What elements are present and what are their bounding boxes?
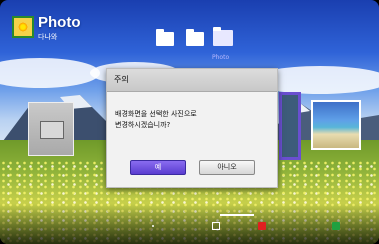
dialog-message-line2: 변경하시겠습니까? [115,121,171,129]
dialog-title: 주의 [114,75,129,84]
folder-icon [40,121,64,139]
app-title: Photo [38,14,81,31]
folder-caption: Photo [212,54,230,61]
selected-photo-frame[interactable] [279,92,301,160]
folder-icon[interactable] [213,27,233,46]
page-indicator [220,214,254,216]
folder-item[interactable] [28,102,74,156]
green-key-icon [332,222,340,230]
dialog-header: 주의 [107,69,277,92]
yes-button[interactable]: 예 [130,160,186,175]
photo-screen: Photo 다나와 Photo 주의 배경화면을 선택한 사진으로 변경하시겠습… [0,0,379,244]
document-icon [212,222,220,230]
red-key-icon [258,222,266,230]
bottom-shade [0,204,379,244]
no-button[interactable]: 아니오 [199,160,255,175]
dialog-message-line1: 배경화면을 선택한 사진으로 [115,110,197,118]
nav-dot [152,225,154,227]
app-subtitle: 다나와 [38,33,58,41]
photo-thumbnail[interactable] [311,100,361,150]
photo-app-icon [12,16,34,38]
folder-icon[interactable] [186,29,204,46]
folder-icon[interactable] [156,29,174,46]
confirm-dialog: 주의 배경화면을 선택한 사진으로 변경하시겠습니까? 예 아니오 [106,68,278,188]
